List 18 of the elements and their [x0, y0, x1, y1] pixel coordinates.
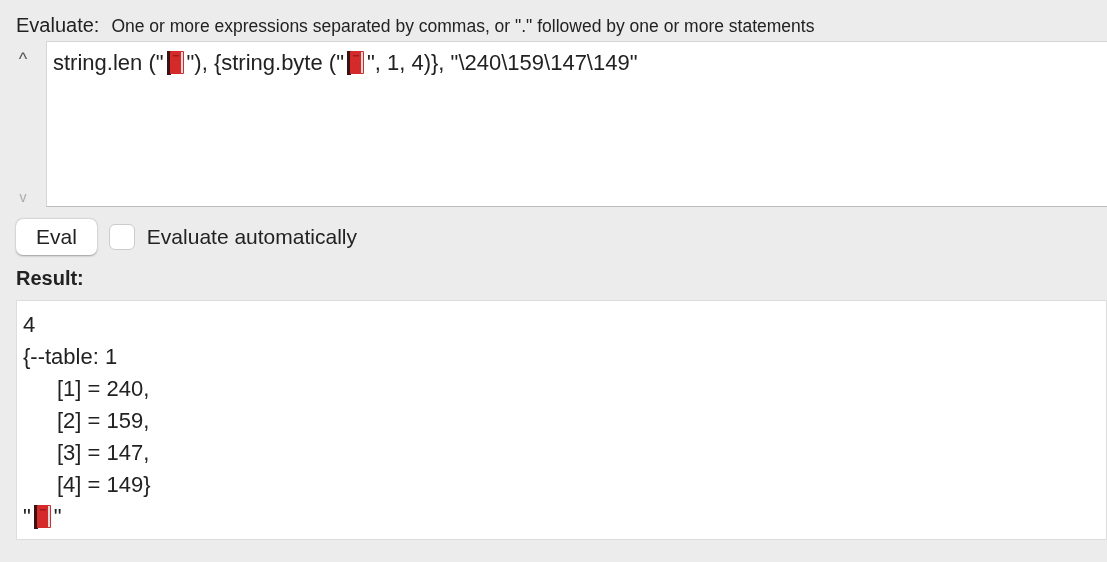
expression-field[interactable]: string.len (" "), {string.byte (" ", 1, 4)}, "\240\159\147\149": [46, 41, 1107, 207]
evaluate-label: Evaluate:: [16, 14, 100, 37]
result-line: {--table: 1: [23, 343, 119, 371]
checkbox-label: Evaluate automatically: [146, 225, 357, 249]
book-icon: [33, 505, 51, 529]
result-line: [4] = 149}: [57, 471, 152, 499]
auto-evaluate-checkbox[interactable]: [108, 224, 135, 250]
result-line: [2] = 159,: [57, 407, 151, 435]
book-icon: [166, 51, 184, 75]
result-line: " ": [23, 503, 63, 531]
evaluate-hint: One or more expressions separated by commas, or "." followed by one or more statements: [111, 16, 815, 37]
result-line: [3] = 147,: [57, 439, 151, 467]
result-label: Result:: [15, 266, 85, 291]
result-line: [1] = 240,: [57, 375, 151, 403]
scroll-up-arrow[interactable]: ^: [18, 49, 28, 70]
eval-button[interactable]: Eval: [16, 219, 97, 255]
book-icon: [346, 51, 364, 75]
result-line: 4: [23, 311, 37, 339]
